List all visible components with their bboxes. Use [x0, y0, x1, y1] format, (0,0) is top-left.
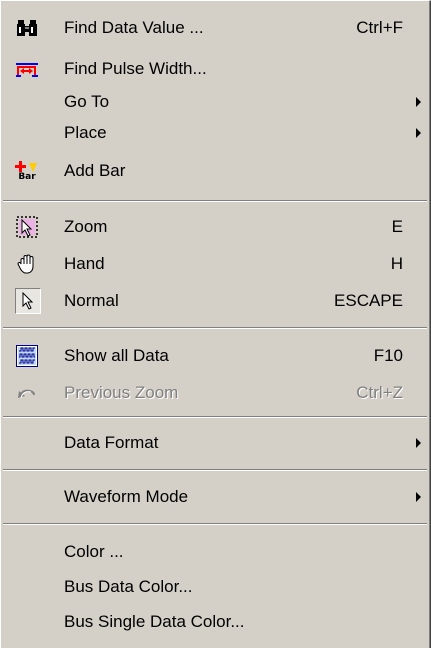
menu-item-label: Add Bar [64, 161, 126, 180]
submenu-arrow-icon [416, 97, 421, 107]
hand-icon [15, 252, 39, 276]
binoculars-icon [15, 16, 39, 40]
add-bar-icon-text: Bar [18, 172, 36, 182]
menu-item-label: Go To [64, 92, 110, 111]
menu-item-go-to[interactable]: Go To [1, 85, 429, 119]
shortcut-text: Ctrl+Z [356, 383, 403, 402]
undo-icon [15, 381, 39, 405]
menu-item-find-pulse-width[interactable]: Find Pulse Width... [1, 52, 429, 86]
menu-item-normal[interactable]: Normal ESCAPE [1, 284, 429, 318]
menu-item-hand[interactable]: Hand H [1, 247, 429, 281]
submenu-arrow-icon [416, 128, 421, 138]
menu-separator [3, 327, 427, 329]
menu-item-label: Hand [64, 254, 105, 273]
shortcut-text: F10 [373, 346, 403, 365]
menu-item-bus-data-color[interactable]: Bus Data Color... [1, 570, 429, 604]
menu-item-previous-zoom: Previous Zoom Ctrl+Z [1, 376, 429, 410]
menu-item-label: Find Data Value ... [64, 18, 204, 37]
menu-separator [3, 469, 427, 471]
submenu-arrow-icon [416, 492, 421, 502]
arrow-cursor-icon [15, 288, 41, 314]
menu-item-label: Show all Data [64, 346, 169, 365]
menu-item-show-all-data[interactable]: Show all Data F10 [1, 339, 429, 373]
menu-item-label: Waveform Mode [64, 487, 189, 506]
menu-item-bus-single-data-color[interactable]: Bus Single Data Color... [1, 605, 429, 639]
menu-item-label: Normal [64, 291, 119, 310]
submenu-arrow-icon [416, 438, 421, 448]
pulse-width-icon [15, 57, 39, 81]
shortcut-text: E [391, 217, 403, 236]
shortcut-text: ESCAPE [334, 291, 403, 310]
menu-item-waveform-mode[interactable]: Waveform Mode [1, 480, 429, 514]
menu-item-label: Bus Single Data Color... [64, 612, 245, 631]
menu-item-zoom[interactable]: Zoom E [1, 210, 429, 244]
context-menu: Find Data Value ... Ctrl+F Find Pulse Wi… [0, 0, 431, 648]
menu-separator [3, 200, 427, 202]
menu-item-label: Find Pulse Width... [64, 59, 207, 78]
menu-item-label: Place [64, 123, 107, 142]
menu-item-add-bar[interactable]: Bar Add Bar [1, 154, 429, 188]
menu-item-find-data-value[interactable]: Find Data Value ... Ctrl+F [1, 11, 429, 45]
menu-item-label: Color ... [64, 542, 124, 561]
menu-item-label: Bus Data Color... [64, 577, 193, 596]
menu-item-label: Previous Zoom [64, 383, 179, 402]
shortcut-text: Ctrl+F [356, 18, 403, 37]
add-bar-icon: Bar [15, 159, 39, 183]
menu-item-label: Data Format [64, 433, 159, 452]
zoom-cursor-icon [15, 215, 39, 239]
menu-item-data-format[interactable]: Data Format [1, 426, 429, 460]
shortcut-text: H [390, 254, 403, 273]
menu-item-color[interactable]: Color ... [1, 535, 429, 569]
menu-separator [3, 523, 427, 525]
menu-item-place[interactable]: Place [1, 116, 429, 150]
menu-item-label: Zoom [64, 217, 108, 236]
menu-separator [3, 416, 427, 418]
waveform-icon [15, 344, 39, 368]
